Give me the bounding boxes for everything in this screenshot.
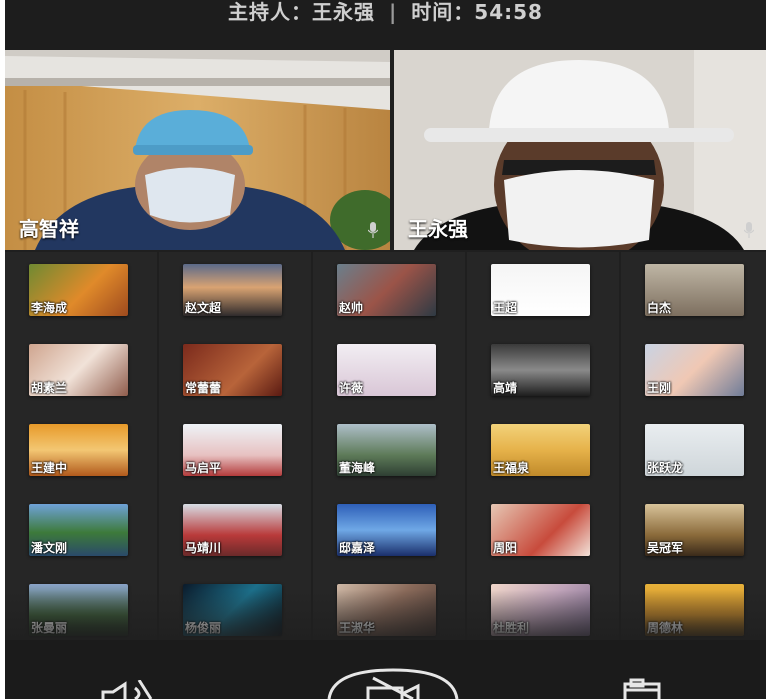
participant-name: 白杰 bbox=[647, 301, 672, 315]
participant-avatar: 常蕾蕾 bbox=[183, 344, 282, 396]
speaker-muted-icon[interactable] bbox=[93, 680, 163, 699]
participant-tile[interactable]: 赵帅 bbox=[313, 252, 465, 332]
participant-name: 赵文超 bbox=[185, 301, 222, 315]
participant-tile[interactable]: 王刚 bbox=[621, 332, 766, 412]
participant-name: 胡素兰 bbox=[31, 381, 68, 395]
camera-off-icon[interactable] bbox=[323, 668, 463, 699]
members-icon[interactable] bbox=[617, 678, 667, 699]
microphone-icon bbox=[368, 222, 378, 238]
participant-avatar: 王福泉 bbox=[491, 424, 590, 476]
participant-avatar: 高靖 bbox=[491, 344, 590, 396]
bottom-toolbar bbox=[5, 640, 766, 699]
participant-name: 常蕾蕾 bbox=[185, 381, 222, 395]
participant-name: 张跃龙 bbox=[647, 461, 684, 475]
divider: | bbox=[389, 0, 398, 24]
participant-tile[interactable]: 许薇 bbox=[313, 332, 465, 412]
video-name-2: 王永强 bbox=[408, 217, 468, 241]
participant-tile[interactable]: 吴冠军 bbox=[621, 492, 766, 572]
participant-tile[interactable]: 李海成 bbox=[5, 252, 157, 332]
participant-avatar: 王刚 bbox=[645, 344, 744, 396]
participant-avatar: 马靖川 bbox=[183, 504, 282, 556]
participant-tile[interactable]: 马靖川 bbox=[159, 492, 311, 572]
participant-tile[interactable]: 胡素兰 bbox=[5, 332, 157, 412]
participant-avatar: 潘文刚 bbox=[29, 504, 128, 556]
participant-tile[interactable]: 常蕾蕾 bbox=[159, 332, 311, 412]
participant-tile[interactable]: 张跃龙 bbox=[621, 412, 766, 492]
participant-name: 王建中 bbox=[31, 461, 68, 475]
participant-tile[interactable]: 王建中 bbox=[5, 412, 157, 492]
participant-name: 赵帅 bbox=[339, 301, 364, 315]
participant-tile[interactable]: 马启平 bbox=[159, 412, 311, 492]
time-label: 时间：54:58 bbox=[411, 0, 543, 24]
participant-tile[interactable]: 白杰 bbox=[621, 252, 766, 332]
participant-name: 王刚 bbox=[647, 381, 672, 395]
participant-avatar: 胡素兰 bbox=[29, 344, 128, 396]
participant-avatar: 董海峰 bbox=[337, 424, 436, 476]
participant-name: 王福泉 bbox=[493, 461, 530, 475]
participant-avatar: 吴冠军 bbox=[645, 504, 744, 556]
participant-avatar: 周阳 bbox=[491, 504, 590, 556]
scroll-fade bbox=[5, 590, 766, 640]
participant-name: 吴冠军 bbox=[647, 541, 684, 555]
meeting-info: 主持人：王永强 | 时间：54:58 bbox=[5, 0, 766, 24]
participant-name: 高靖 bbox=[493, 381, 518, 395]
participant-avatar: 赵文超 bbox=[183, 264, 282, 316]
participant-avatar: 赵帅 bbox=[337, 264, 436, 316]
participant-avatar: 白杰 bbox=[645, 264, 744, 316]
participant-name: 马启平 bbox=[185, 461, 222, 475]
video-name-1: 高智祥 bbox=[19, 217, 79, 241]
participant-name: 邸嘉泽 bbox=[339, 541, 376, 555]
participant-name: 马靖川 bbox=[185, 541, 222, 555]
meeting-header: 主持人：王永强 | 时间：54:58 bbox=[5, 0, 766, 50]
participant-name: 潘文刚 bbox=[31, 541, 68, 555]
participant-tile[interactable]: 赵文超 bbox=[159, 252, 311, 332]
host-label: 主持人：王永强 bbox=[228, 0, 376, 24]
participant-avatar: 许薇 bbox=[337, 344, 436, 396]
participant-name: 王超 bbox=[493, 301, 518, 315]
participant-name: 周阳 bbox=[493, 541, 518, 555]
participant-avatar: 张跃龙 bbox=[645, 424, 744, 476]
participant-tile[interactable]: 潘文刚 bbox=[5, 492, 157, 572]
participant-tile[interactable]: 王福泉 bbox=[467, 412, 619, 492]
participant-tile[interactable]: 王超 bbox=[467, 252, 619, 332]
participant-avatar: 王超 bbox=[491, 264, 590, 316]
participant-tile[interactable]: 高靖 bbox=[467, 332, 619, 412]
participant-name: 李海成 bbox=[31, 301, 68, 315]
video-tile-2[interactable]: 王永强 bbox=[394, 50, 766, 250]
meeting-screen: 主持人：王永强 | 时间：54:58 高智祥 王永强 李海成 赵文超 赵帅 王超… bbox=[5, 0, 766, 699]
participant-tile[interactable]: 董海峰 bbox=[313, 412, 465, 492]
participant-avatar: 邸嘉泽 bbox=[337, 504, 436, 556]
video-tile-1[interactable]: 高智祥 bbox=[5, 50, 390, 250]
participant-tile[interactable]: 周阳 bbox=[467, 492, 619, 572]
participant-avatar: 马启平 bbox=[183, 424, 282, 476]
participant-name: 董海峰 bbox=[339, 461, 376, 475]
participant-avatar: 李海成 bbox=[29, 264, 128, 316]
participant-avatar: 王建中 bbox=[29, 424, 128, 476]
microphone-icon bbox=[744, 222, 754, 238]
participant-tile[interactable]: 邸嘉泽 bbox=[313, 492, 465, 572]
participant-name: 许薇 bbox=[339, 381, 364, 395]
